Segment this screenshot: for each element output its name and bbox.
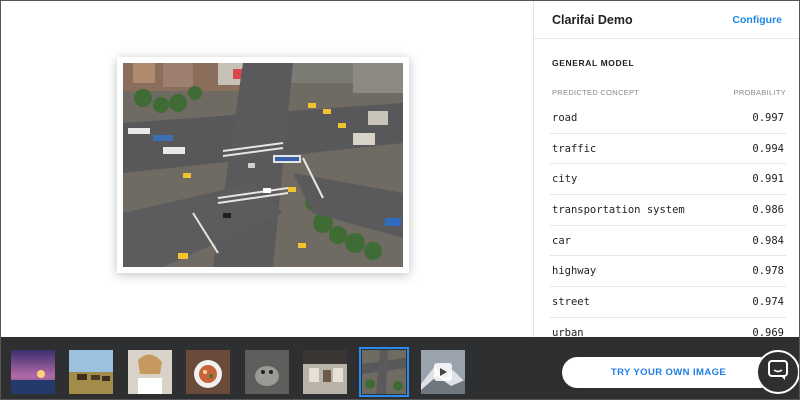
- prediction-row: traffic 0.994: [550, 134, 786, 165]
- thumb-kitchen[interactable]: [303, 350, 347, 394]
- thumb-mountain-video[interactable]: [421, 350, 465, 394]
- chat-icon: [767, 359, 789, 386]
- intersection-thumbnail: [362, 350, 406, 394]
- probability-value: 0.994: [752, 142, 784, 155]
- woman-thumbnail: [128, 350, 172, 394]
- column-header-concept: PREDICTED CONCEPT: [552, 88, 640, 97]
- probability-value: 0.969: [752, 326, 784, 337]
- prediction-row: highway 0.978: [550, 256, 786, 288]
- concept-label: highway: [552, 265, 597, 278]
- chat-button[interactable]: [756, 350, 799, 394]
- probability-value: 0.991: [752, 173, 784, 186]
- thumb-savanna[interactable]: [69, 350, 113, 394]
- concept-label: road: [552, 111, 578, 124]
- probability-value: 0.986: [752, 203, 784, 216]
- concept-label: street: [552, 295, 590, 308]
- concept-label: city: [552, 173, 578, 186]
- probability-value: 0.997: [752, 111, 784, 124]
- intersection-photo: [123, 63, 403, 267]
- animal-thumbnail: [245, 350, 289, 394]
- prediction-row: urban 0.969: [550, 318, 786, 337]
- thumb-intersection[interactable]: [359, 347, 409, 397]
- probability-value: 0.984: [752, 234, 784, 247]
- play-icon: [434, 363, 452, 381]
- savanna-thumbnail: [69, 350, 113, 394]
- model-name: GENERAL MODEL: [552, 58, 635, 68]
- sunset-thumbnail: [11, 350, 55, 394]
- prediction-row: transportation system 0.986: [550, 195, 786, 226]
- prediction-list: road 0.997 traffic 0.994 city 0.991 tran…: [550, 103, 786, 337]
- demo-app: Clarifai Demo Configure GENERAL MODEL PR…: [0, 0, 800, 400]
- selected-image: [123, 63, 403, 267]
- column-headers: PREDICTED CONCEPT PROBABILITY: [552, 88, 786, 97]
- configure-link[interactable]: Configure: [732, 14, 782, 26]
- concept-label: car: [552, 234, 571, 247]
- prediction-row: street 0.974: [550, 287, 786, 318]
- probability-value: 0.974: [752, 295, 784, 308]
- column-header-probability: PROBABILITY: [733, 88, 786, 97]
- food-thumbnail: [186, 350, 230, 394]
- concept-label: urban: [552, 326, 584, 337]
- probability-value: 0.978: [752, 265, 784, 278]
- selected-image-frame: [117, 57, 409, 273]
- try-your-own-image-button[interactable]: TRY YOUR OWN IMAGE: [562, 357, 775, 388]
- thumb-animal[interactable]: [245, 350, 289, 394]
- prediction-panel: Clarifai Demo Configure GENERAL MODEL PR…: [533, 1, 799, 337]
- prediction-row: car 0.984: [550, 226, 786, 257]
- concept-label: transportation system: [552, 203, 685, 216]
- prediction-row: road 0.997: [550, 103, 786, 134]
- thumb-woman[interactable]: [128, 350, 172, 394]
- thumb-food[interactable]: [186, 350, 230, 394]
- kitchen-thumbnail: [303, 350, 347, 394]
- panel-title: Clarifai Demo: [552, 12, 633, 27]
- image-stage: [1, 1, 533, 337]
- thumb-sunset[interactable]: [11, 350, 55, 394]
- panel-header: Clarifai Demo Configure: [534, 1, 799, 39]
- concept-label: traffic: [552, 142, 597, 155]
- prediction-row: city 0.991: [550, 164, 786, 196]
